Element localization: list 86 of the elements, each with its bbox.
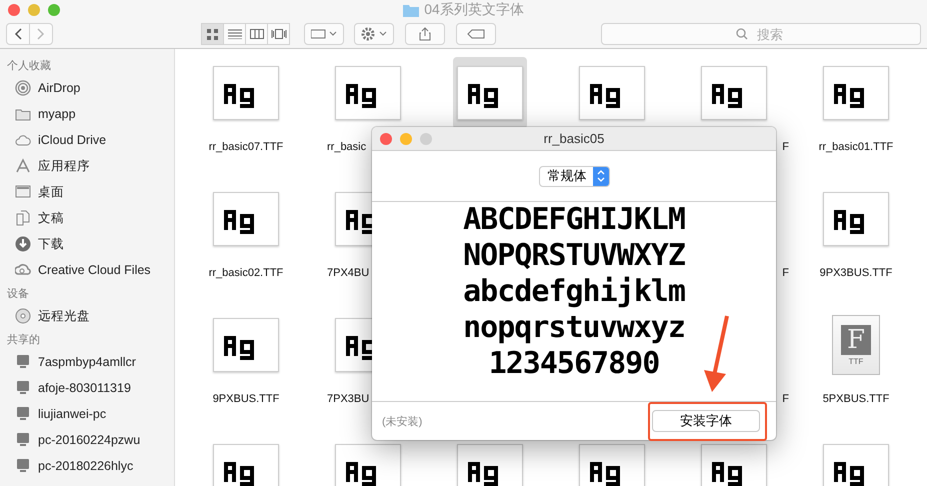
font-thumbnail <box>823 192 889 246</box>
sidebar-item[interactable]: 下载 <box>38 236 64 252</box>
sidebar-item[interactable]: 桌面 <box>38 184 64 200</box>
sidebar-heading: 个人收藏 <box>6 58 52 74</box>
disc-icon <box>15 308 31 324</box>
share-button[interactable] <box>405 23 445 45</box>
close-button[interactable] <box>8 4 20 16</box>
sidebar-item[interactable]: Creative Cloud Files <box>38 263 151 277</box>
file-name: 7PX3BU <box>326 393 370 405</box>
font-sample-line: NOPQRSTUVWXYZ <box>463 238 685 274</box>
search-field[interactable]: 搜索 <box>601 23 921 45</box>
sidebar-heading: 共享的 <box>6 332 41 348</box>
action-button[interactable] <box>354 23 394 45</box>
style-popup[interactable]: 常规体 <box>538 166 610 186</box>
font-sample-line: nopqrstuvwxyz <box>463 310 685 346</box>
font-thumbnail <box>213 192 279 246</box>
computer-icon <box>15 406 31 422</box>
sidebar-item[interactable]: AirDrop <box>38 81 80 95</box>
file-name: 7PX4BU <box>326 267 370 279</box>
column-view-icon <box>250 29 264 39</box>
desktop-icon <box>15 184 31 200</box>
list-view-icon <box>228 29 242 39</box>
file-selection-highlight[interactable] <box>453 57 527 129</box>
window-title: 04系列英文字体 <box>424 1 524 19</box>
view-mode-button[interactable] <box>245 23 268 45</box>
airdrop-icon <box>15 80 31 96</box>
gallery-view-icon <box>270 29 286 39</box>
sidebar-item[interactable]: 应用程序 <box>38 158 90 174</box>
sidebar-item[interactable]: 文稿 <box>38 210 64 226</box>
view-mode-button[interactable] <box>267 23 290 45</box>
chevron-left-icon <box>14 28 22 40</box>
close-button[interactable] <box>380 132 392 144</box>
view-mode-button[interactable] <box>201 23 224 45</box>
tag-button[interactable] <box>456 23 496 45</box>
tag-icon <box>467 29 485 39</box>
sidebar-item[interactable]: myapp <box>38 107 76 121</box>
sidebar-item[interactable]: afoje-803011319 <box>38 381 131 395</box>
sidebar-item[interactable]: 7aspmbyp4amllcr <box>38 355 136 369</box>
view-mode-button[interactable] <box>223 23 246 45</box>
sidebar-heading: 设备 <box>6 287 30 302</box>
file-name: F <box>782 267 790 279</box>
font-thumbnail <box>579 66 645 120</box>
arrange-icon <box>311 29 337 39</box>
font-thumbnail <box>335 66 401 120</box>
folder-icon <box>403 4 420 16</box>
install-status: (未安装) <box>382 414 422 428</box>
file-name: 5PXBUS.TTF <box>822 393 890 405</box>
font-thumbnail <box>457 66 523 120</box>
font-file-icon: F TTF <box>832 315 880 375</box>
arrange-button[interactable] <box>304 23 344 45</box>
file-name: F <box>782 393 790 405</box>
creative-cloud-icon <box>15 262 31 278</box>
download-icon <box>15 236 31 252</box>
share-icon <box>419 27 431 41</box>
font-thumbnail <box>213 318 279 372</box>
file-name: 9PXBUS.TTF <box>212 393 280 405</box>
chevron-right-icon <box>37 28 45 40</box>
file-name: 9PX3BUS.TTF <box>820 267 892 279</box>
file-name: F <box>782 141 790 153</box>
font-sample-line: 1234567890 <box>488 346 660 382</box>
sidebar-item[interactable]: pc-20180226hlyc <box>38 459 134 473</box>
font-thumbnail <box>701 66 767 120</box>
file-name: rr_basic <box>326 141 366 153</box>
documents-icon <box>15 210 31 226</box>
file-name: rr_basic01.TTF <box>818 141 894 153</box>
up-down-arrows-icon <box>596 170 604 182</box>
sidebar-item[interactable]: iCloud Drive <box>38 133 106 147</box>
computer-icon <box>15 380 31 396</box>
file-name: rr_basic02.TTF <box>208 267 284 279</box>
gear-icon <box>361 27 387 41</box>
computer-icon <box>15 432 31 448</box>
sidebar-item[interactable]: 远程光盘 <box>38 308 90 324</box>
dialog-title: rr_basic05 <box>544 131 604 146</box>
back-button[interactable] <box>6 23 30 45</box>
font-thumbnail <box>823 66 889 120</box>
computer-icon <box>15 458 31 474</box>
sidebar-item[interactable]: pc-20160224pzwu <box>38 433 140 447</box>
install-font-button[interactable]: 安装字体 <box>652 410 760 432</box>
computer-icon <box>15 354 31 370</box>
font-thumbnail <box>213 66 279 120</box>
apps-icon <box>15 158 31 174</box>
file-name: rr_basic07.TTF <box>208 141 284 153</box>
sidebar-item[interactable]: liujianwei-pc <box>38 407 106 421</box>
grid-view-icon <box>207 28 218 40</box>
font-sample-line: abcdefghijklm <box>463 274 685 310</box>
font-sample-line: ABCDEFGHIJKLM <box>463 202 685 238</box>
